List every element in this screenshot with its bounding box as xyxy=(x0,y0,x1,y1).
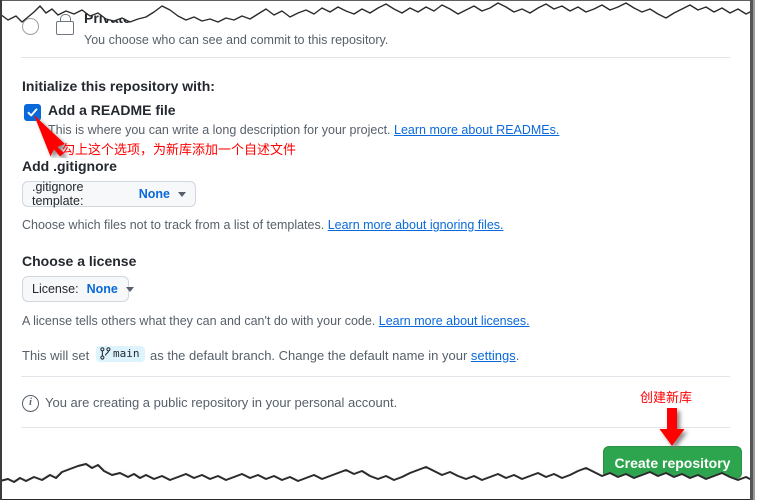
readme-helper-text: This is where you can write a long descr… xyxy=(48,123,391,137)
outer-margin-right xyxy=(755,0,775,500)
gitignore-template-dropdown[interactable]: .gitignore template: None xyxy=(22,180,196,208)
readme-checkbox[interactable] xyxy=(24,104,41,121)
readme-helper: This is where you can write a long descr… xyxy=(48,123,559,137)
readme-helper-link[interactable]: Learn more about READMEs. xyxy=(394,123,559,137)
gitignore-helper-link[interactable]: Learn more about ignoring files. xyxy=(328,218,504,232)
initialize-heading: Initialize this repository with: xyxy=(22,78,215,94)
license-helper: A license tells others what they can and… xyxy=(22,314,530,328)
visibility-option-description: You choose who can see and commit to thi… xyxy=(84,33,389,47)
gitignore-dropdown-value: None xyxy=(138,187,170,201)
new-repository-form: Private You choose who can see and commi… xyxy=(0,0,750,500)
license-dropdown-prefix: License: xyxy=(32,282,79,296)
create-repository-label: Create repository xyxy=(614,454,731,471)
info-icon: i xyxy=(22,395,39,412)
default-branch-badge: main xyxy=(96,346,145,362)
public-repo-notice: You are creating a public repository in … xyxy=(45,395,398,410)
gitignore-helper-text: Choose which files not to track from a l… xyxy=(22,218,325,232)
chevron-down-icon xyxy=(178,191,186,197)
frame-border-left xyxy=(0,0,2,500)
gitignore-dropdown-prefix: .gitignore template: xyxy=(32,180,84,208)
license-dropdown[interactable]: License: None xyxy=(22,276,134,302)
default-branch-line: This will set xyxy=(22,348,89,363)
default-branch-text-after: as the default branch. Change the defaul… xyxy=(150,348,468,363)
screenshot-stage: Private You choose who can see and commi… xyxy=(0,0,775,500)
create-repository-button[interactable]: Create repository xyxy=(603,446,742,479)
default-branch-period: . xyxy=(515,348,520,363)
divider-bottom xyxy=(21,427,730,428)
readme-label: Add a README file xyxy=(48,102,176,118)
default-branch-line-rest: as the default branch. Change the defaul… xyxy=(150,348,519,363)
chevron-down-icon xyxy=(125,286,134,292)
create-annotation-text: 创建新库 xyxy=(640,391,693,406)
license-heading: Choose a license xyxy=(22,253,137,269)
settings-link[interactable]: settings xyxy=(471,348,516,363)
checkmark-icon xyxy=(27,108,38,117)
license-helper-link[interactable]: Learn more about licenses. xyxy=(379,314,530,328)
visibility-radio-private[interactable] xyxy=(22,18,39,35)
default-branch-text-before: This will set xyxy=(22,348,90,363)
license-helper-text: A license tells others what they can and… xyxy=(22,314,376,328)
readme-annotation-text: 勾上这个选项，为新库添加一个自述文件 xyxy=(62,143,297,158)
default-branch-name: main xyxy=(113,347,140,360)
divider-middle xyxy=(21,376,730,377)
gitignore-heading: Add .gitignore xyxy=(22,158,117,174)
gitignore-helper: Choose which files not to track from a l… xyxy=(22,218,504,232)
lock-icon xyxy=(55,14,74,35)
visibility-option-label: Private xyxy=(84,10,131,26)
license-dropdown-value: None xyxy=(86,282,118,296)
divider-top xyxy=(21,57,730,58)
git-branch-icon xyxy=(100,347,111,360)
